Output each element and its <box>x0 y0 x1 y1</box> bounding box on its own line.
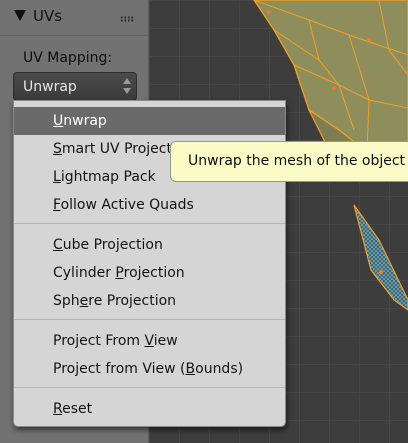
menu-item-project-from-view-bounds[interactable]: Project from View (Bounds) <box>14 355 285 383</box>
unwrap-tooltip: Unwrap the mesh of the object being edit… <box>170 141 408 182</box>
selected-mesh-face <box>353 204 408 311</box>
uvs-panel-header[interactable]: UVs <box>0 0 149 36</box>
menu-item-cylinder-projection[interactable]: Cylinder Projection <box>14 259 285 287</box>
uv-mapping-label: UV Mapping: <box>23 50 113 66</box>
uv-mapping-select-value: Unwrap <box>23 79 77 95</box>
menu-item-unwrap[interactable]: Unwrap <box>14 107 285 135</box>
menu-item-sphere-projection[interactable]: Sphere Projection <box>14 287 285 315</box>
menu-item-reset[interactable]: Reset <box>14 395 285 423</box>
uv-mapping-select[interactable]: Unwrap <box>13 72 137 101</box>
menu-separator <box>14 223 285 224</box>
menu-item-cube-projection[interactable]: Cube Projection <box>14 231 285 259</box>
up-down-arrows-icon <box>123 78 131 96</box>
drag-grip-icon[interactable] <box>120 16 134 22</box>
panel-title: UVs <box>33 7 63 25</box>
collapse-triangle-icon[interactable] <box>14 10 26 21</box>
menu-separator <box>14 387 285 388</box>
menu-item-project-from-view[interactable]: Project From View <box>14 327 285 355</box>
menu-separator <box>14 319 285 320</box>
menu-item-follow-active-quads[interactable]: Follow Active Quads <box>14 191 285 219</box>
